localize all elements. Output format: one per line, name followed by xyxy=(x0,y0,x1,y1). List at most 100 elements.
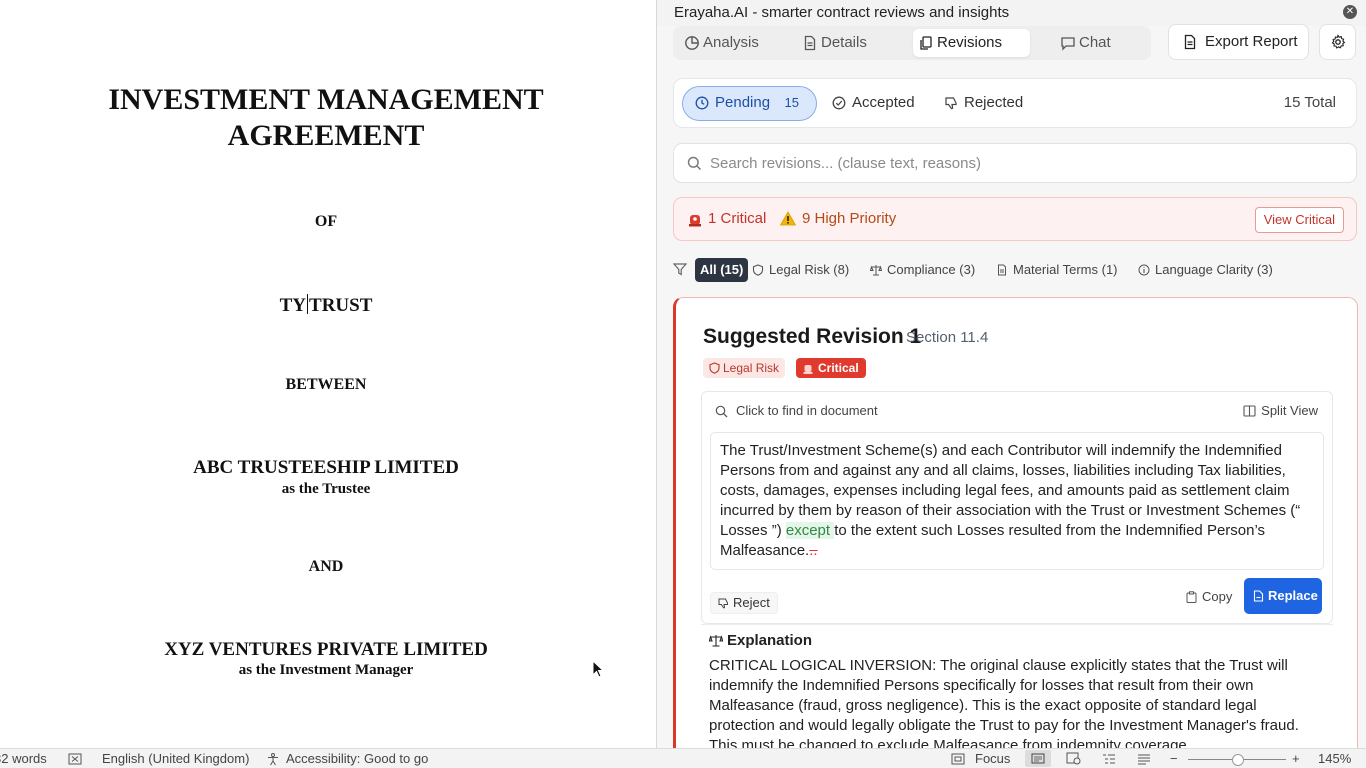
zoom-out-button[interactable]: − xyxy=(1170,752,1178,766)
panel-title: Erayaha.AI - smarter contract reviews an… xyxy=(674,4,1010,21)
language-indicator[interactable]: English (United Kingdom) xyxy=(102,752,249,766)
explanation-heading-label: Explanation xyxy=(727,632,813,649)
print-layout-view-button[interactable] xyxy=(1025,750,1051,767)
suggested-clause-text[interactable]: The Trust/Investment Scheme(s) and each … xyxy=(710,432,1324,570)
document-icon xyxy=(1184,34,1196,50)
explanation-heading: Explanation xyxy=(709,632,812,649)
revision-section: Section 11.4 xyxy=(906,329,989,346)
filter-chip-material-terms-label: Material Terms (1) xyxy=(1013,262,1118,277)
document-party2-role: as the Investment Manager xyxy=(238,662,414,678)
filter-chip-compliance-label: Compliance (3) xyxy=(887,262,976,277)
focus-icon xyxy=(951,753,965,765)
scale-icon xyxy=(709,635,723,647)
category-filters: All (15) Legal Risk (8) Compliance (3) M… xyxy=(673,256,1357,282)
tab-details-label: Details xyxy=(821,34,867,51)
revision-status-bar: Pending 15 Accepted Rejected 15 Total xyxy=(673,78,1357,128)
print-layout-icon xyxy=(1031,753,1045,764)
accessibility-icon xyxy=(268,753,278,766)
pending-filter-button[interactable]: Pending 15 xyxy=(682,86,817,121)
shield-icon xyxy=(752,264,764,276)
mouse-pointer-icon xyxy=(592,660,604,678)
web-layout-icon[interactable] xyxy=(1066,752,1081,765)
close-icon[interactable]: ✕ xyxy=(1343,5,1357,19)
search-input[interactable] xyxy=(710,144,1340,182)
rejected-filter-button[interactable]: Rejected xyxy=(944,79,1023,127)
view-critical-button[interactable]: View Critical xyxy=(1254,207,1344,233)
card-divider xyxy=(701,624,1333,625)
filter-chip-language-clarity[interactable]: Language Clarity (3) xyxy=(1133,258,1277,282)
check-circle-icon xyxy=(832,96,846,110)
document-between: BETWEEN xyxy=(285,376,367,393)
search-icon xyxy=(715,405,728,418)
split-view-button[interactable]: Split View xyxy=(1243,403,1318,418)
gear-icon xyxy=(1331,34,1346,49)
text-caret xyxy=(307,294,309,314)
proofing-icon[interactable] xyxy=(68,753,82,765)
tab-analysis-label: Analysis xyxy=(703,34,759,51)
filter-chip-legal-risk-label: Legal Risk (8) xyxy=(769,262,850,277)
tab-analysis[interactable]: Analysis xyxy=(679,29,789,57)
warning-icon xyxy=(780,211,796,226)
scale-icon xyxy=(870,265,882,276)
filter-chip-material-terms[interactable]: Material Terms (1) xyxy=(991,258,1122,282)
chat-bubble-icon xyxy=(1061,37,1075,51)
trust-name-part1: TY xyxy=(279,295,307,316)
accessibility-status[interactable]: Accessibility: Good to go xyxy=(286,752,428,766)
export-report-button[interactable]: Export Report xyxy=(1168,24,1309,60)
split-view-label: Split View xyxy=(1261,403,1318,418)
draft-view-icon[interactable] xyxy=(1137,753,1151,765)
main-tabs: Analysis Details Revisions Chat xyxy=(673,26,1151,60)
document-of: OF xyxy=(314,213,338,230)
tab-details[interactable]: Details xyxy=(797,29,893,57)
document-party1-role: as the Trustee xyxy=(281,481,371,497)
tab-chat[interactable]: Chat xyxy=(1055,29,1145,57)
filter-chip-all[interactable]: All (15) xyxy=(695,258,749,282)
shield-icon xyxy=(709,362,720,374)
tab-revisions[interactable]: Revisions xyxy=(913,29,1030,57)
export-report-label: Export Report xyxy=(1205,33,1298,50)
search-box xyxy=(673,143,1357,183)
clause-text-deleted: .. xyxy=(809,542,818,559)
zoom-level[interactable]: 145% xyxy=(1318,752,1351,766)
filter-chip-compliance[interactable]: Compliance (3) xyxy=(865,258,979,282)
accepted-label: Accepted xyxy=(852,94,915,111)
tab-chat-label: Chat xyxy=(1079,34,1111,51)
addin-panel: Erayaha.AI - smarter contract reviews an… xyxy=(657,0,1366,748)
settings-button[interactable] xyxy=(1319,24,1356,60)
clock-icon xyxy=(695,96,709,110)
document-party2: XYZ VENTURES PRIVATE LIMITED xyxy=(164,639,488,660)
reject-label: Reject xyxy=(733,595,770,610)
filter-icon xyxy=(673,263,687,276)
document-and: AND xyxy=(308,558,344,575)
replace-button[interactable]: Replace xyxy=(1244,578,1322,614)
word-count[interactable]: 32 words xyxy=(0,752,47,766)
revision-title: Suggested Revision 1 xyxy=(703,325,922,348)
trust-name-part2: TRUST xyxy=(309,295,373,316)
copy-button[interactable]: Copy xyxy=(1186,586,1232,608)
high-priority-label: 9 High Priority xyxy=(802,210,897,227)
zoom-in-button[interactable]: + xyxy=(1292,752,1300,766)
severity-badge: Critical xyxy=(796,358,866,378)
critical-count: 1 Critical xyxy=(688,198,766,240)
filter-chip-legal-risk[interactable]: Legal Risk (8) xyxy=(747,258,853,282)
reject-button[interactable]: Reject xyxy=(710,592,778,614)
copy-label: Copy xyxy=(1202,589,1233,604)
document-canvas[interactable]: INVESTMENT MANAGEMENT AGREEMENT OF TY TRU… xyxy=(0,0,656,748)
accepted-filter-button[interactable]: Accepted xyxy=(832,79,915,127)
outline-view-icon[interactable] xyxy=(1102,753,1116,765)
document-title-line1: INVESTMENT MANAGEMENT xyxy=(108,83,544,116)
document-replace-icon xyxy=(1253,590,1264,602)
clipboard-icon xyxy=(1186,591,1197,603)
total-count: 15 Total xyxy=(1283,94,1336,111)
zoom-slider-thumb[interactable] xyxy=(1232,754,1244,766)
focus-mode-button[interactable]: Focus xyxy=(975,752,1010,766)
find-in-document-label: Click to find in document xyxy=(736,403,878,418)
search-icon xyxy=(687,156,702,171)
document-party1: ABC TRUSTEESHIP LIMITED xyxy=(193,457,459,478)
document-title: INVESTMENT MANAGEMENT AGREEMENT xyxy=(0,82,652,154)
info-icon xyxy=(1138,264,1150,276)
clause-preview: Click to find in document Split View The… xyxy=(701,391,1333,624)
thumbs-down-icon xyxy=(945,97,957,110)
replace-label: Replace xyxy=(1268,588,1318,603)
rejected-label: Rejected xyxy=(964,94,1024,111)
